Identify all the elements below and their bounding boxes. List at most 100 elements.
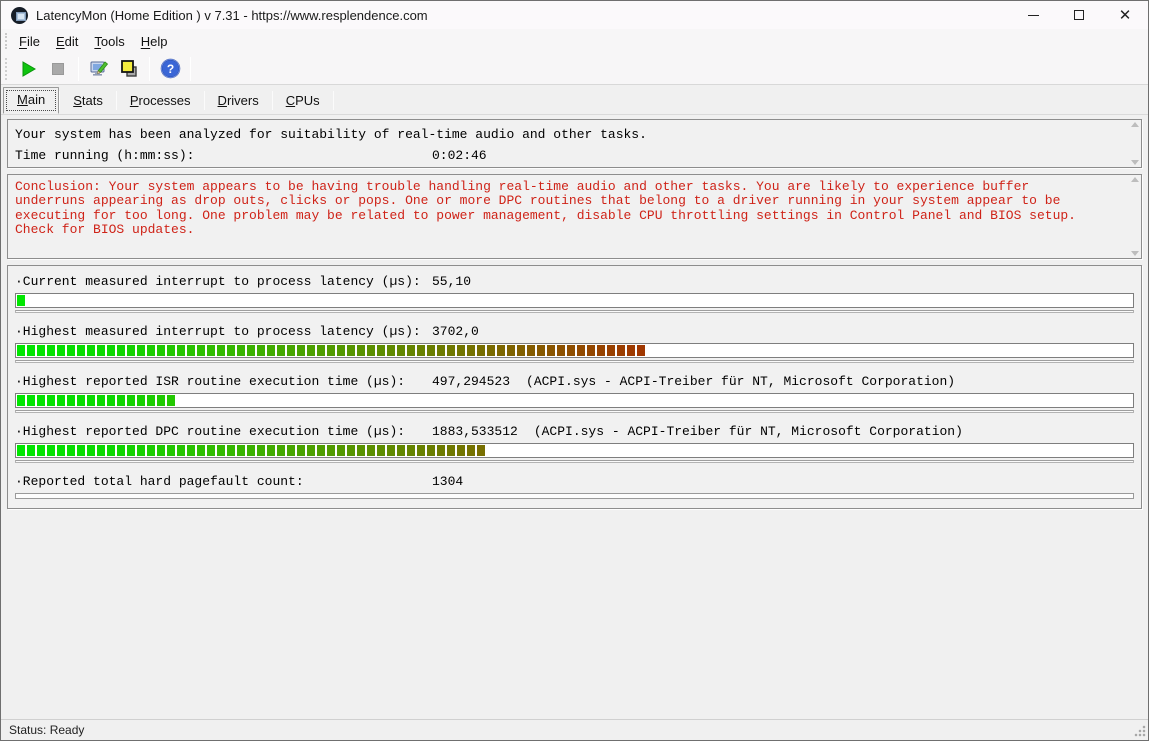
meter-segment: [297, 345, 305, 356]
meter-segment: [157, 395, 165, 406]
meter-label: ·Reported total hard pagefault count:: [15, 473, 432, 490]
meter-segment: [67, 445, 75, 456]
meter-segment: [347, 445, 355, 456]
meter-segment: [347, 345, 355, 356]
meter-segment: [377, 345, 385, 356]
meter-segment: [317, 345, 325, 356]
meter-segment: [337, 445, 345, 456]
meter-bar-base: [15, 360, 1134, 363]
meter-segment: [437, 345, 445, 356]
scroll-down-icon: [1131, 160, 1139, 165]
meter-segment: [127, 445, 135, 456]
meter-segment: [477, 445, 485, 456]
meter-bar: [15, 443, 1134, 458]
meter-value: 497,294523: [432, 373, 510, 390]
maximize-button[interactable]: [1056, 1, 1102, 29]
resize-grip-icon[interactable]: [1133, 725, 1146, 738]
meter-segment: [587, 345, 595, 356]
meter-segment: [527, 345, 535, 356]
status-bar: Status: Ready: [1, 719, 1148, 740]
meter-driver-info: (ACPI.sys - ACPI-Treiber für NT, Microso…: [526, 373, 955, 390]
conclusion-line: Check for BIOS updates.: [15, 223, 1131, 237]
meter-segment: [147, 445, 155, 456]
menu-item-file[interactable]: File: [11, 31, 48, 52]
meter-segment: [67, 395, 75, 406]
meter-segment: [167, 345, 175, 356]
tab-stats[interactable]: Stats: [60, 89, 116, 114]
meter-segment: [197, 345, 205, 356]
meter-segment: [47, 445, 55, 456]
meter-segment: [277, 345, 285, 356]
tab-main[interactable]: Main: [3, 87, 59, 114]
minimize-button[interactable]: [1010, 1, 1056, 29]
meter-segment: [397, 445, 405, 456]
meter-bar: [15, 293, 1134, 308]
meter-row: ·Reported total hard pagefault count: 13…: [15, 473, 1134, 499]
meter-segment: [257, 445, 265, 456]
menu-item-help[interactable]: Help: [133, 31, 176, 52]
meter-segment: [87, 445, 95, 456]
analysis-panel: Your system has been analyzed for suitab…: [7, 119, 1142, 168]
menu-item-tools[interactable]: Tools: [86, 31, 132, 52]
meter-segment: [37, 345, 45, 356]
window-title: LatencyMon (Home Edition ) v 7.31 - http…: [36, 8, 428, 23]
meter-segment: [127, 395, 135, 406]
meter-segment: [47, 395, 55, 406]
close-button[interactable]: ✕: [1102, 1, 1148, 29]
tab-drivers[interactable]: Drivers: [205, 89, 272, 114]
meter-segment: [337, 345, 345, 356]
meter-segment: [17, 345, 25, 356]
meter-segment: [17, 395, 25, 406]
app-window: LatencyMon (Home Edition ) v 7.31 - http…: [0, 0, 1149, 741]
scroll-down-icon: [1131, 251, 1139, 256]
stop-monitor-button[interactable]: [43, 56, 73, 82]
meter-segment: [387, 345, 395, 356]
meter-segment: [77, 345, 85, 356]
time-running-label: Time running (h:mm:ss):: [15, 145, 432, 166]
processes-button[interactable]: [114, 56, 144, 82]
meter-segment: [117, 345, 125, 356]
menu-bar: FileEditToolsHelp: [1, 29, 1148, 53]
meter-segment: [327, 345, 335, 356]
meter-segment: [217, 345, 225, 356]
meter-segment: [607, 345, 615, 356]
meter-segment: [237, 445, 245, 456]
status-text: Status: Ready: [9, 723, 84, 737]
meter-segment: [227, 445, 235, 456]
report-button[interactable]: [84, 56, 114, 82]
meter-segment: [397, 345, 405, 356]
meter-segment: [597, 345, 605, 356]
tab-cpus[interactable]: CPUs: [273, 89, 333, 114]
meter-segment: [367, 345, 375, 356]
title-bar: LatencyMon (Home Edition ) v 7.31 - http…: [1, 1, 1148, 29]
meter-segment: [77, 395, 85, 406]
menu-item-edit[interactable]: Edit: [48, 31, 86, 52]
scroll-up-icon: [1131, 122, 1139, 127]
meter-segment: [97, 395, 105, 406]
meter-segment: [387, 445, 395, 456]
meter-segment: [137, 445, 145, 456]
meter-segment: [267, 345, 275, 356]
meter-segment: [307, 345, 315, 356]
meter-bar-base: [15, 310, 1134, 313]
meters-panel: ·Current measured interrupt to process l…: [7, 265, 1142, 509]
meter-segment: [247, 345, 255, 356]
maximize-icon: [1074, 10, 1084, 20]
meter-segment: [107, 345, 115, 356]
meter-segment: [467, 345, 475, 356]
analysis-text: Your system has been analyzed for suitab…: [15, 124, 1131, 145]
meter-segment: [187, 345, 195, 356]
meter-segment: [467, 445, 475, 456]
meter-segment: [87, 345, 95, 356]
meter-segment: [557, 345, 565, 356]
meter-bar: [15, 393, 1134, 408]
help-button[interactable]: ?: [155, 56, 185, 82]
meter-segment: [487, 345, 495, 356]
conclusion-line: underruns appearing as drop outs, clicks…: [15, 194, 1131, 208]
start-monitor-button[interactable]: [13, 56, 43, 82]
meter-segment: [427, 445, 435, 456]
tab-processes[interactable]: Processes: [117, 89, 204, 114]
meter-segment: [47, 345, 55, 356]
close-icon: ✕: [1119, 8, 1132, 23]
meter-segment: [97, 445, 105, 456]
